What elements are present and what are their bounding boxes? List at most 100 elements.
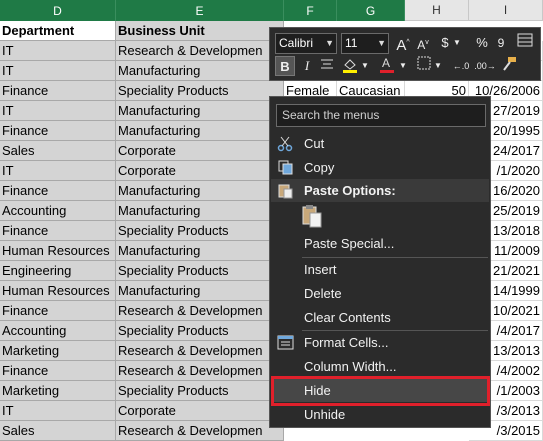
column-header-d[interactable]: D: [0, 0, 116, 21]
menu-item-column-width[interactable]: Column Width...: [271, 355, 489, 378]
cell-department[interactable]: Human Resources: [0, 281, 116, 301]
cell-business-unit-header[interactable]: Business Unit: [116, 21, 284, 41]
fill-color-icon[interactable]: [340, 56, 360, 76]
highlight-box: [271, 376, 490, 406]
chevron-down-icon[interactable]: ▼: [434, 56, 442, 76]
menu-item-label: Format Cells...: [304, 335, 389, 350]
menu-item-label: Column Width...: [304, 359, 397, 374]
cell-department[interactable]: IT: [0, 41, 116, 61]
cell-department[interactable]: Accounting: [0, 321, 116, 341]
cell-department[interactable]: Sales: [0, 421, 116, 441]
column-header-f[interactable]: F: [284, 0, 337, 21]
menu-item-label: Copy: [304, 160, 335, 175]
grow-font-icon[interactable]: A^: [395, 33, 411, 54]
column-header-h[interactable]: H: [405, 0, 469, 21]
cell-department[interactable]: Sales: [0, 141, 116, 161]
menu-item-clear-contents[interactable]: Clear Contents: [271, 306, 489, 329]
font-name-value: Calibri: [279, 36, 314, 50]
mini-format-toolbar: Calibri ▼ 11 ▼ A^ Av $ ▼ % 9 B I ▼ A ▼ ▼…: [269, 27, 541, 81]
menu-item-label: Insert: [304, 262, 337, 277]
bold-button[interactable]: B: [275, 56, 295, 76]
column-header-e[interactable]: E: [116, 0, 284, 21]
cell-department[interactable]: Marketing: [0, 381, 116, 401]
chevron-down-icon[interactable]: ▼: [453, 33, 461, 53]
menu-item-label: Paste Options:: [304, 183, 396, 198]
decrease-decimal-icon[interactable]: .00→: [474, 56, 496, 76]
menu-item-label: Unhide: [304, 407, 346, 422]
menu-item-cut[interactable]: Cut: [271, 132, 489, 155]
cell-department[interactable]: Finance: [0, 361, 116, 381]
menu-search-input[interactable]: Search the menus: [276, 104, 486, 127]
cell-business-unit[interactable]: Manufacturing: [116, 121, 284, 141]
cell-department[interactable]: Finance: [0, 301, 116, 321]
align-center-icon[interactable]: [318, 56, 336, 76]
cell-department[interactable]: IT: [0, 61, 116, 81]
menu-item-format-cells[interactable]: Format Cells...: [271, 331, 489, 354]
cell-department[interactable]: IT: [0, 161, 116, 181]
column-header-i[interactable]: I: [469, 0, 543, 21]
chevron-down-icon[interactable]: ▼: [361, 56, 369, 76]
menu-item-insert[interactable]: Insert: [271, 258, 489, 281]
format-table-icon[interactable]: [516, 33, 534, 53]
cell-department[interactable]: Finance: [0, 121, 116, 141]
italic-button[interactable]: I: [298, 56, 316, 76]
font-size-value: 11: [345, 36, 358, 50]
menu-item-paste-special[interactable]: Paste Special...: [271, 232, 489, 255]
scissors-icon: [277, 135, 294, 152]
cell-business-unit[interactable]: Speciality Products: [116, 81, 284, 101]
cell-department-header[interactable]: Department: [0, 21, 116, 41]
cell-business-unit[interactable]: Corporate: [116, 161, 284, 181]
cell-business-unit[interactable]: Research & Developmen: [116, 341, 284, 361]
copy-icon: [277, 159, 294, 176]
cell-department[interactable]: Finance: [0, 181, 116, 201]
cell-business-unit[interactable]: Manufacturing: [116, 61, 284, 81]
cell-department[interactable]: Finance: [0, 81, 116, 101]
cell-business-unit[interactable]: Research & Developmen: [116, 421, 284, 441]
chevron-down-icon[interactable]: ▼: [377, 34, 386, 53]
cell-business-unit[interactable]: Research & Developmen: [116, 41, 284, 61]
chevron-down-icon[interactable]: ▼: [399, 56, 407, 76]
menu-item-copy[interactable]: Copy: [271, 156, 489, 179]
cell-business-unit[interactable]: Manufacturing: [116, 241, 284, 261]
chevron-down-icon[interactable]: ▼: [325, 34, 334, 53]
format-cells-icon: [277, 334, 294, 351]
cell-business-unit[interactable]: Speciality Products: [116, 321, 284, 341]
cell-department[interactable]: Marketing: [0, 341, 116, 361]
cell-business-unit[interactable]: Manufacturing: [116, 281, 284, 301]
cell-business-unit[interactable]: Speciality Products: [116, 381, 284, 401]
clipboard-icon: [277, 182, 294, 199]
font-name-box[interactable]: Calibri ▼: [275, 33, 337, 54]
cell-business-unit[interactable]: Manufacturing: [116, 101, 284, 121]
paste-options-header: Paste Options:: [271, 179, 489, 202]
cell-business-unit[interactable]: Manufacturing: [116, 201, 284, 221]
column-header-g[interactable]: G: [337, 0, 405, 21]
comma-style-button[interactable]: 9: [493, 33, 509, 53]
cell-business-unit[interactable]: Manufacturing: [116, 181, 284, 201]
cell-department[interactable]: Accounting: [0, 201, 116, 221]
cell-business-unit[interactable]: Research & Developmen: [116, 361, 284, 381]
cell-business-unit[interactable]: Speciality Products: [116, 261, 284, 281]
paste-clipboard-icon[interactable]: [300, 204, 324, 230]
cell-department[interactable]: Engineering: [0, 261, 116, 281]
menu-item-unhide[interactable]: Unhide: [271, 403, 489, 426]
cell-department[interactable]: IT: [0, 401, 116, 421]
cell-business-unit[interactable]: Corporate: [116, 141, 284, 161]
menu-item-label: Clear Contents: [304, 310, 391, 325]
cell-business-unit[interactable]: Corporate: [116, 401, 284, 421]
menu-item-label: Paste Special...: [304, 236, 395, 251]
cell-business-unit[interactable]: Speciality Products: [116, 221, 284, 241]
cell-department[interactable]: Finance: [0, 221, 116, 241]
menu-item-delete[interactable]: Delete: [271, 282, 489, 305]
borders-icon[interactable]: [415, 56, 433, 76]
format-painter-icon[interactable]: [499, 56, 519, 76]
shrink-font-icon[interactable]: Av: [415, 33, 431, 53]
currency-button[interactable]: $: [438, 33, 452, 53]
percent-button[interactable]: %: [474, 33, 490, 53]
cell-department[interactable]: Human Resources: [0, 241, 116, 261]
increase-decimal-icon[interactable]: ←.0: [450, 56, 472, 76]
font-size-box[interactable]: 11 ▼: [341, 33, 389, 54]
menu-item-label: Delete: [304, 286, 342, 301]
font-color-icon[interactable]: A: [378, 56, 396, 76]
cell-business-unit[interactable]: Research & Developmen: [116, 301, 284, 321]
cell-department[interactable]: IT: [0, 101, 116, 121]
